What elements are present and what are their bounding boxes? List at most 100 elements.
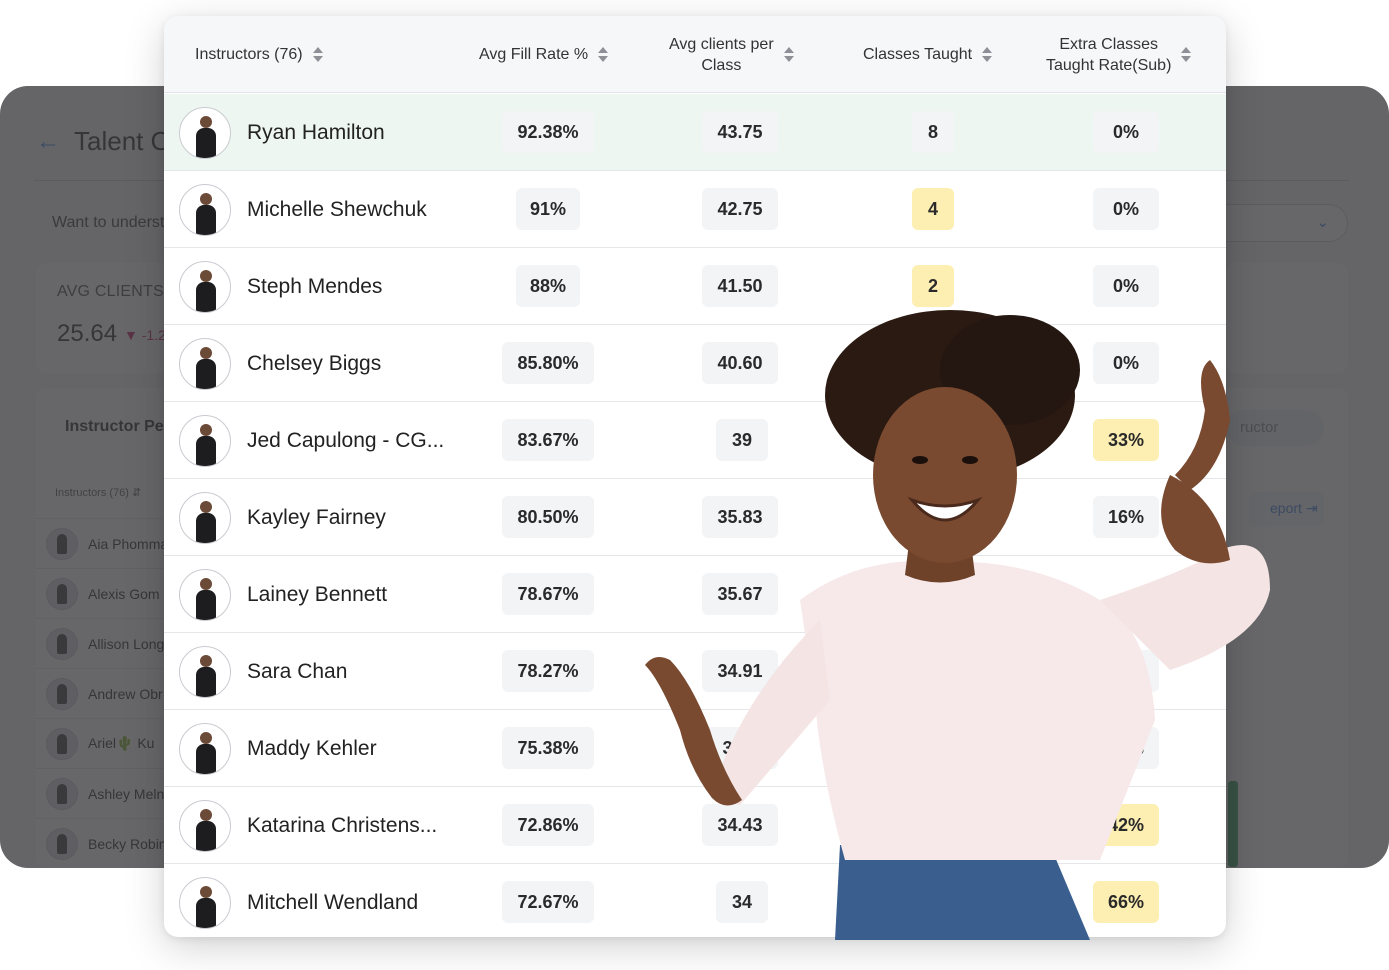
extra-classes-value: 0% [1093,342,1159,384]
table-row[interactable]: Lainey Bennett 78.67% 35.67 [164,556,1226,633]
avg-clients-value: 34.91 [702,650,778,692]
fill-rate-value: 80.50% [502,496,594,538]
fill-rate-value: 75.38% [502,727,594,769]
table-header: Instructors (76) Avg Fill Rate % Avg cli… [164,16,1226,93]
col-classes-taught-label: Classes Taught [863,46,973,63]
bg-instructor-name: Becky Robin [88,835,167,852]
instructor-name: Maddy Kehler [247,736,377,760]
table-row[interactable]: Kayley Fairney 80.50% 35.83 16% [164,479,1226,556]
fill-rate-value: 78.27% [502,650,594,692]
instructor-name: Steph Mendes [247,274,383,298]
avg-clients-value: 41.50 [702,265,778,307]
table-row[interactable]: Chelsey Biggs 85.80% 40.60 5 0% [164,325,1226,402]
sort-icon [312,47,323,62]
extra-classes-value: 0% [1093,111,1159,153]
classes-taught-value: 5 [912,342,954,384]
avatar [46,527,78,560]
export-report-button[interactable]: eport ⇥ [1250,492,1324,526]
kpi-delta-text: -1.2 [141,327,166,343]
col-instructors[interactable]: Instructors (76) [195,16,323,93]
table-row[interactable]: Mitchell Wendland 72.67% 34 66% [164,864,1226,937]
avatar [179,415,231,467]
col-classes-taught[interactable]: Classes Taught [863,16,993,93]
down-triangle-icon: ▼ [124,327,138,343]
export-label: eport [1270,500,1302,516]
col-avg-clients-line1: Avg clients per [669,35,774,53]
export-icon: ⇥ [1305,500,1318,516]
avatar [179,569,231,621]
classes-taught-value: 8 [912,111,954,153]
avatar [46,777,78,810]
table-row[interactable]: Sara Chan 78.27% 34.91 9% [164,633,1226,710]
col-avg-clients-label: Avg clients per Class [669,34,774,76]
instructor-name: Lainey Bennett [247,582,388,606]
avg-clients-value: 43.75 [702,111,778,153]
col-fill-rate[interactable]: Avg Fill Rate % [479,16,609,93]
avatar [179,723,231,775]
fill-rate-value: 85.80% [502,342,594,384]
table-row[interactable]: Ryan Hamilton 92.38% 43.75 8 0% [164,94,1226,171]
bg-list-header[interactable]: Instructors (76) ⇵ [55,486,141,499]
avatar [46,627,78,660]
kpi-label: AVG CLIENTS P [57,283,180,300]
bg-instructor-name: Alexis Gom [88,585,160,602]
kpi-delta: ▼ -1.2 [124,327,166,343]
fill-rate-value: 83.67% [502,419,594,461]
fill-rate-value: 72.86% [502,804,594,846]
col-fill-rate-label: Avg Fill Rate % [479,46,589,63]
fill-rate-value: 92.38% [502,111,594,153]
extra-classes-value: 66% [1093,881,1159,923]
kpi-value-text: 25.64 [57,320,118,347]
extra-classes-value: 33% [1093,419,1159,461]
extra-classes-value: 0% [1093,188,1159,230]
extra-classes-value: 25% [1093,727,1159,769]
instructor-name: Kayley Fairney [247,505,386,529]
avg-clients-value: 34.43 [702,804,778,846]
sort-icon [598,47,609,62]
kpi-card-right [1226,263,1348,373]
instructor-name: Mitchell Wendland [247,890,419,914]
instructor-name: Katarina Christens... [247,813,438,837]
table-row[interactable]: Jed Capulong - CG... 83.67% 39 33% [164,402,1226,479]
avg-clients-value: 40.60 [702,342,778,384]
col-extra-line2: Taught Rate(Sub) [1046,56,1172,74]
chevron-down-icon: ⌄ [1316,214,1329,231]
panel-title: Instructor Per [65,418,170,435]
fill-rate-value: 78.67% [502,573,594,615]
bg-list-header-label: Instructors (76) [55,487,129,499]
question-prompt: Want to underst [52,214,165,231]
green-indicator [1228,781,1238,867]
table-row[interactable]: Michelle Shewchuk 91% 42.75 4 0% [164,171,1226,248]
col-extra-classes[interactable]: Extra Classes Taught Rate(Sub) [1046,16,1192,93]
instructor-name: Jed Capulong - CG... [247,428,445,452]
table-row[interactable]: Steph Mendes 88% 41.50 2 0% [164,248,1226,325]
avg-clients-value: 42.75 [702,188,778,230]
avatar [179,184,231,236]
instructor-name: Sara Chan [247,659,348,683]
avatar [179,800,231,852]
col-avg-clients-line2: Class [701,56,742,74]
avg-clients-value: 34.3 [702,727,778,769]
sort-icon [982,47,993,62]
avatar [179,261,231,313]
fill-rate-value: 72.67% [502,881,594,923]
sort-icon [1181,47,1192,62]
col-avg-clients[interactable]: Avg clients per Class [669,16,794,93]
avatar [179,107,231,159]
avg-clients-value: 39 [716,419,768,461]
fill-rate-value: 88% [516,265,580,307]
instructor-table-card: Instructors (76) Avg Fill Rate % Avg cli… [164,16,1226,937]
sort-icon [783,47,794,62]
avatar [46,577,78,610]
avatar [179,877,231,929]
back-arrow-icon[interactable]: ← [36,128,60,156]
table-row[interactable]: Maddy Kehler 75.38% 34.3 25% [164,710,1226,787]
search-instructor-input[interactable]: ructor [1226,410,1324,446]
extra-classes-value: 16% [1093,496,1159,538]
avatar [179,646,231,698]
fill-rate-value: 91% [516,188,580,230]
bg-instructor-name: Allison Long [88,635,165,652]
table-row[interactable]: Katarina Christens... 72.86% 34.43 42% [164,787,1226,864]
avatar [179,492,231,544]
bg-instructor-name: Ashley Meln [88,785,165,802]
